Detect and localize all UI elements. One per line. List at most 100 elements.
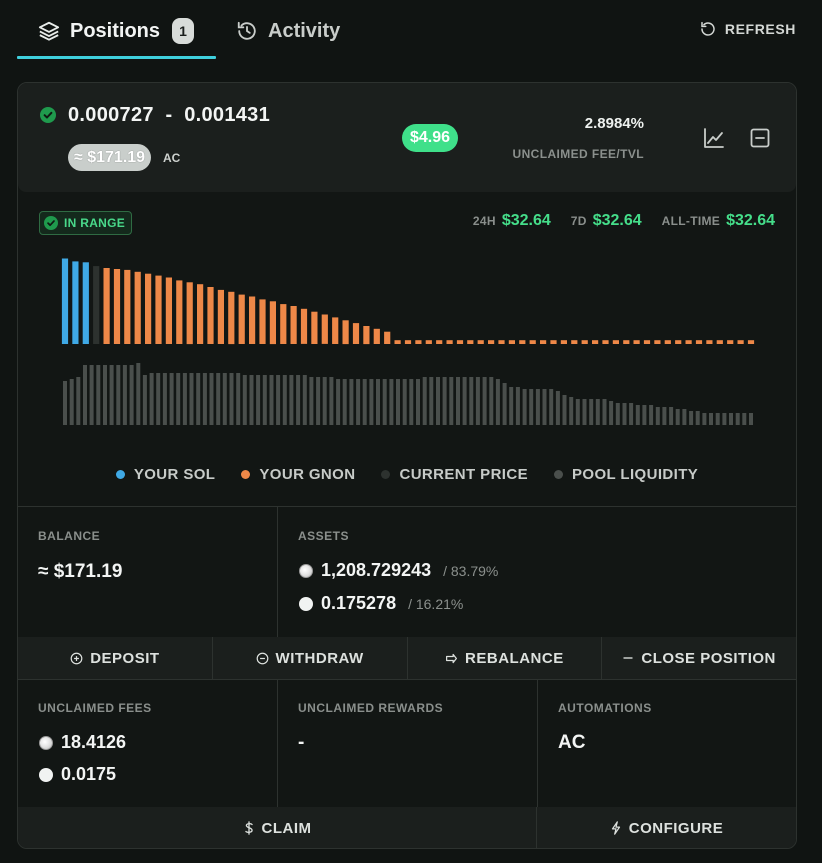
gnon-bar [602, 340, 609, 344]
pool-liquidity-bar [729, 413, 733, 425]
position-header[interactable]: 0.000727 - 0.001431 ≈ $171.19 AC $4.96 2… [18, 83, 796, 192]
pool-liquidity-bar [209, 373, 214, 425]
pool-liquidity-bar [116, 365, 121, 425]
gnon-bar [186, 282, 193, 345]
pool-liquidity-bar [202, 373, 207, 425]
gnon-bar [664, 340, 671, 344]
stat-alltime-value: $32.64 [726, 212, 775, 229]
pool-liquidity-bar [309, 377, 314, 425]
pool-liquidity-bar [515, 387, 520, 425]
pool-liquidity-bar [689, 411, 694, 425]
pool-liquidity-bar [735, 413, 740, 425]
pool-liquidity-bar [329, 377, 334, 425]
legend-dot [381, 470, 391, 479]
refresh-button[interactable]: REFRESH [699, 20, 796, 38]
pool-liquidity-bar [469, 377, 474, 425]
collapse-button[interactable] [748, 126, 772, 150]
tab-activity[interactable]: Activity [236, 14, 340, 48]
claim-button[interactable]: CLAIM [18, 807, 537, 848]
sol-token-icon [299, 596, 313, 611]
sol-bar [61, 258, 69, 344]
rebalance-button[interactable]: REBALANCE [408, 637, 603, 679]
unclaimed-rewards-label: UNCLAIMED REWARDS [298, 701, 444, 715]
pool-liquidity-bar [709, 413, 713, 425]
legend-dot [241, 470, 251, 479]
gnon-bar [124, 269, 131, 344]
gnon-bar [467, 340, 474, 344]
pool-liquidity-bar [595, 399, 600, 425]
refresh-icon [701, 21, 715, 36]
pool-liquidity-bar [495, 379, 500, 425]
gnon-bar [332, 317, 339, 344]
unclaimed-rewards-value: - [298, 732, 305, 753]
gnon-bar [508, 340, 515, 344]
gnon-bar [415, 340, 422, 344]
pool-liquidity-bar [422, 377, 427, 425]
withdraw-label: WITHDRAW [275, 649, 364, 667]
pool-liquidity-bar [522, 389, 527, 425]
current-price-bar [93, 266, 100, 344]
position-value-badge: ≈ $171.19 [68, 144, 152, 171]
pool-liquidity-bar [442, 377, 447, 425]
pool-liquidity-bar [142, 375, 147, 425]
pool-liquidity-bar [462, 377, 467, 425]
pool-liquidity-bar [749, 413, 753, 425]
tab-positions[interactable]: Positions 1 [38, 14, 195, 48]
gnon-bar [145, 273, 152, 344]
gnon-bar [519, 340, 526, 344]
pool-liquidity-bar [436, 377, 440, 425]
sol-fee-amount: 0.0175 [61, 764, 117, 784]
pool-liquidity-bar [282, 375, 287, 425]
pool-liquidity-bar [429, 377, 434, 425]
pool-liquidity-bar [582, 399, 587, 425]
gnon-bar [623, 340, 630, 344]
withdraw-button[interactable]: WITHDRAW [213, 637, 408, 679]
close-position-button[interactable]: CLOSE POSITION [602, 637, 796, 679]
pool-liquidity-bar [549, 389, 554, 425]
configure-button[interactable]: CONFIGURE [537, 807, 796, 848]
gnon-token-icon [39, 735, 53, 750]
stat-7d-value: $32.64 [592, 212, 642, 229]
gnon-token-icon [299, 563, 313, 578]
pool-liquidity-bar [542, 389, 547, 425]
stat-alltime-label: ALL-TIME [661, 214, 721, 228]
minus-icon [623, 657, 633, 659]
gnon-bar [685, 340, 692, 344]
deposit-button[interactable]: DEPOSIT [18, 637, 213, 679]
gnon-bar [592, 340, 599, 344]
gnon-bar [155, 275, 162, 344]
pool-liquidity-bar [169, 373, 174, 425]
pool-liquidity-bar [289, 375, 294, 425]
pool-liquidity-bar [569, 397, 574, 425]
gnon-percentage: / 83.79% [443, 562, 499, 579]
pool-liquidity-bar [349, 379, 354, 425]
legend-dot [115, 470, 125, 479]
sol-percentage: / 16.21% [408, 595, 464, 612]
asset-row-gnon: 1,208.729243 / 83.79% [299, 560, 498, 581]
pool-liquidity-bar [589, 399, 594, 425]
gnon-bar [300, 308, 308, 344]
pool-liquidity-bar [489, 377, 494, 425]
pool-liquidity-bar [529, 389, 534, 425]
pool-liquidity-bar [189, 373, 194, 425]
pool-liquidity-bar [162, 373, 167, 425]
price-range: 0.000727 - 0.001431 [68, 104, 271, 126]
tab-positions-label: Positions [70, 19, 161, 42]
pool-liquidity-bar [562, 395, 567, 425]
pool-liquidity-bar [356, 379, 361, 425]
pool-liquidity-bar [695, 411, 700, 425]
pool-liquidity-bar [63, 381, 67, 425]
position-card: 0.000727 - 0.001431 ≈ $171.19 AC $4.96 2… [17, 82, 797, 849]
gnon-bar [197, 284, 204, 344]
position-actions: DEPOSIT WITHDRAW REBALANCE CLOSE POSITIO… [18, 637, 796, 679]
pool-liquidity-bar [629, 403, 634, 425]
plus-circle-icon [70, 652, 83, 664]
chart-toggle-button[interactable] [702, 126, 726, 150]
gnon-bar [498, 340, 505, 344]
gnon-bar [280, 304, 287, 344]
claim-label: CLAIM [261, 819, 312, 837]
pool-liquidity-bar [296, 375, 301, 425]
asset-row-sol: 0.175278 / 16.21% [299, 593, 463, 614]
rebalance-label: REBALANCE [465, 649, 564, 667]
gnon-bar [560, 340, 567, 344]
